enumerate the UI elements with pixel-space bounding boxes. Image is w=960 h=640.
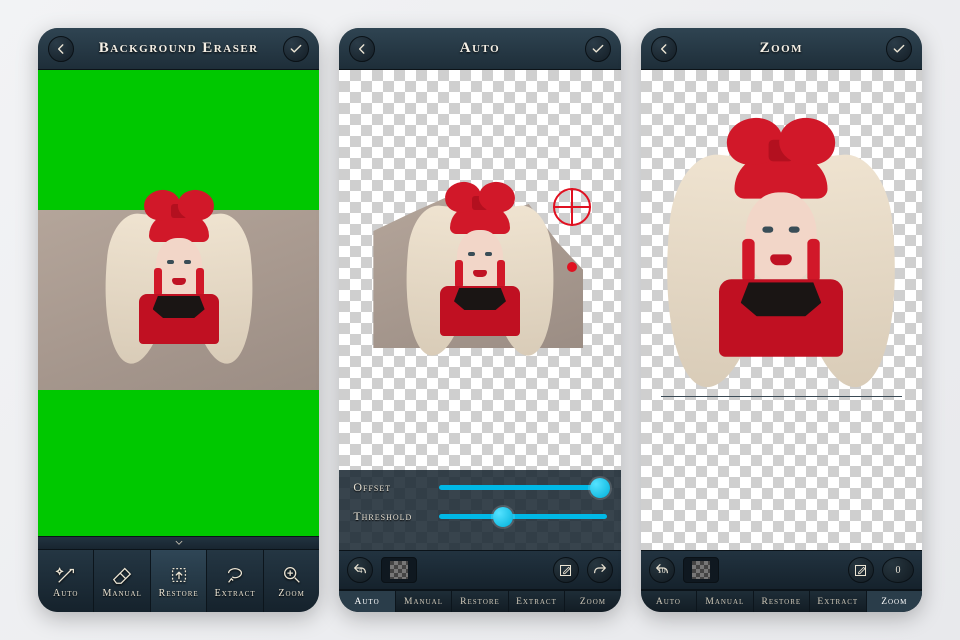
confirm-button[interactable] — [283, 36, 309, 62]
titlebar: Zoom — [641, 28, 922, 70]
undo-count: 10 — [658, 566, 666, 575]
tab-extract[interactable]: Extract — [509, 591, 565, 612]
chevron-left-icon — [355, 42, 369, 56]
back-button[interactable] — [349, 36, 375, 62]
zoom-value: 0 — [895, 565, 900, 576]
chevron-left-icon — [657, 42, 671, 56]
confirm-button[interactable] — [886, 36, 912, 62]
tab-zoom[interactable]: Zoom — [867, 591, 922, 612]
tab-restore[interactable]: Restore — [754, 591, 810, 612]
check-icon — [289, 42, 303, 56]
screen-title: Background Eraser — [74, 40, 283, 57]
slider-label: Threshold — [353, 509, 429, 524]
screen-title: Auto — [375, 40, 584, 57]
redo-icon — [592, 562, 608, 578]
screen-title: Zoom — [677, 40, 886, 57]
tool-label: Extract — [215, 588, 256, 599]
check-icon — [591, 42, 605, 56]
wand-icon — [55, 564, 77, 586]
action-bar: 4 — [339, 550, 620, 590]
baseline-guide — [661, 396, 902, 397]
slider-thumb[interactable] — [493, 507, 513, 527]
redo-button[interactable] — [587, 557, 613, 583]
tab-auto[interactable]: Auto — [641, 591, 697, 612]
photo-region — [38, 210, 319, 390]
chevron-down-icon — [170, 538, 188, 548]
tool-label: Restore — [159, 588, 199, 599]
undo-count: 4 — [358, 566, 362, 575]
editor-canvas[interactable]: Offset Threshold — [339, 70, 620, 550]
zoom-dial[interactable]: 0 — [882, 557, 914, 583]
screen-background-eraser: Background Eraser Auto Manual — [38, 28, 319, 612]
bg-preview-chip[interactable] — [683, 557, 719, 583]
tool-manual[interactable]: Manual — [94, 550, 150, 612]
subject-person — [657, 118, 905, 357]
screen-zoom: Zoom 10 0 Auto Manual — [641, 28, 922, 612]
back-button[interactable] — [48, 36, 74, 62]
titlebar: Auto — [339, 28, 620, 70]
lasso-icon — [224, 564, 246, 586]
tab-zoom[interactable]: Zoom — [565, 591, 620, 612]
slider-track[interactable] — [439, 485, 606, 490]
undo-button[interactable]: 10 — [649, 557, 675, 583]
undo-button[interactable]: 4 — [347, 557, 373, 583]
tool-label: Manual — [103, 588, 142, 599]
restore-icon — [168, 564, 190, 586]
tab-manual[interactable]: Manual — [697, 591, 753, 612]
eraser-icon — [111, 564, 133, 586]
tab-restore[interactable]: Restore — [452, 591, 508, 612]
tool-restore[interactable]: Restore — [151, 550, 207, 612]
tab-manual[interactable]: Manual — [396, 591, 452, 612]
chevron-left-icon — [54, 42, 68, 56]
edit-button[interactable] — [553, 557, 579, 583]
tool-extract[interactable]: Extract — [207, 550, 263, 612]
tool-label: Auto — [53, 588, 78, 599]
subject-person — [99, 190, 259, 344]
confirm-button[interactable] — [585, 36, 611, 62]
mode-tabs: Auto Manual Restore Extract Zoom — [339, 590, 620, 612]
toolbar-handle[interactable] — [38, 536, 319, 550]
slider-label: Offset — [353, 480, 429, 495]
offset-slider[interactable]: Offset — [353, 480, 606, 495]
back-button[interactable] — [651, 36, 677, 62]
checker-swatch-icon — [390, 561, 408, 579]
slider-track[interactable] — [439, 514, 606, 519]
tool-auto[interactable]: Auto — [38, 550, 94, 612]
mode-tabs: Auto Manual Restore Extract Zoom — [641, 590, 922, 612]
tool-zoom[interactable]: Zoom — [264, 550, 319, 612]
pencil-square-icon — [558, 563, 573, 578]
pencil-square-icon — [853, 563, 868, 578]
tab-auto[interactable]: Auto — [339, 591, 395, 612]
bottom-toolbar: Auto Manual Restore Extract Zoom — [38, 550, 319, 612]
threshold-slider[interactable]: Threshold — [353, 509, 606, 524]
action-bar: 10 0 — [641, 550, 922, 590]
checker-swatch-icon — [692, 561, 710, 579]
tool-label: Zoom — [278, 588, 304, 599]
editor-canvas[interactable] — [38, 70, 319, 536]
titlebar: Background Eraser — [38, 28, 319, 70]
screen-auto: Auto Offset Threshold — [339, 28, 620, 612]
tab-extract[interactable]: Extract — [810, 591, 866, 612]
slider-thumb[interactable] — [590, 478, 610, 498]
editor-canvas[interactable] — [641, 70, 922, 550]
edit-button[interactable] — [848, 557, 874, 583]
check-icon — [892, 42, 906, 56]
bg-preview-chip[interactable] — [381, 557, 417, 583]
magnifier-icon — [281, 564, 303, 586]
slider-panel: Offset Threshold — [339, 470, 620, 550]
subject-person — [400, 182, 560, 336]
